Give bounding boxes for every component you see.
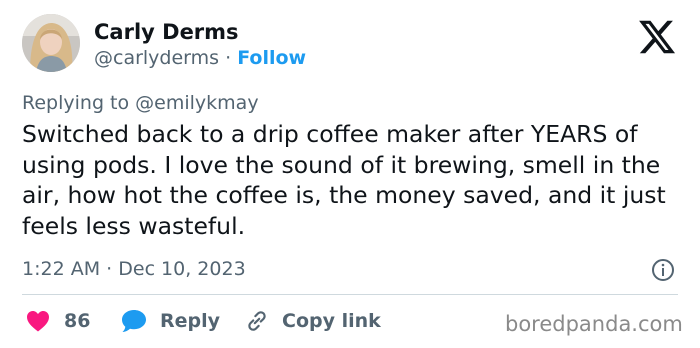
heart-icon	[27, 311, 49, 332]
author-name[interactable]: Carly Derms	[94, 20, 239, 44]
timestamp[interactable]: 1:22 AM · Dec 10, 2023	[22, 258, 246, 280]
tweet-text: Switched back to a drip coffee maker aft…	[22, 120, 666, 240]
tweet-date: Dec 10, 2023	[118, 258, 246, 280]
copy-link-label: Copy link	[282, 310, 381, 332]
replying-to-handle[interactable]: @emilykmay	[135, 92, 258, 114]
author-meta: @carlyderms · Follow	[94, 47, 306, 69]
follow-button[interactable]: Follow	[237, 47, 306, 69]
avatar-image	[22, 14, 80, 72]
tweet-time: 1:22 AM	[22, 258, 101, 280]
like-button[interactable]: 86	[26, 306, 90, 336]
replying-to: Replying to @emilykmay	[22, 92, 259, 114]
reply-bubble-icon	[122, 310, 146, 332]
watermark: boredpanda.com	[505, 312, 683, 336]
copy-link-button[interactable]: Copy link	[244, 306, 381, 336]
link-icon	[248, 311, 266, 331]
reply-button[interactable]: Reply	[121, 306, 220, 336]
divider	[22, 294, 678, 295]
avatar[interactable]	[22, 14, 80, 72]
info-icon[interactable]	[651, 258, 675, 282]
replying-to-prefix: Replying to	[22, 92, 130, 114]
reply-label: Reply	[160, 310, 221, 332]
x-logo-icon[interactable]	[637, 17, 677, 57]
like-count: 86	[64, 310, 91, 332]
timestamp-separator: ·	[106, 258, 113, 280]
author-handle[interactable]: @carlyderms	[94, 47, 219, 69]
tweet-card: Carly Derms @carlyderms · Follow Replyin…	[0, 0, 700, 348]
meta-separator: ·	[225, 47, 232, 69]
